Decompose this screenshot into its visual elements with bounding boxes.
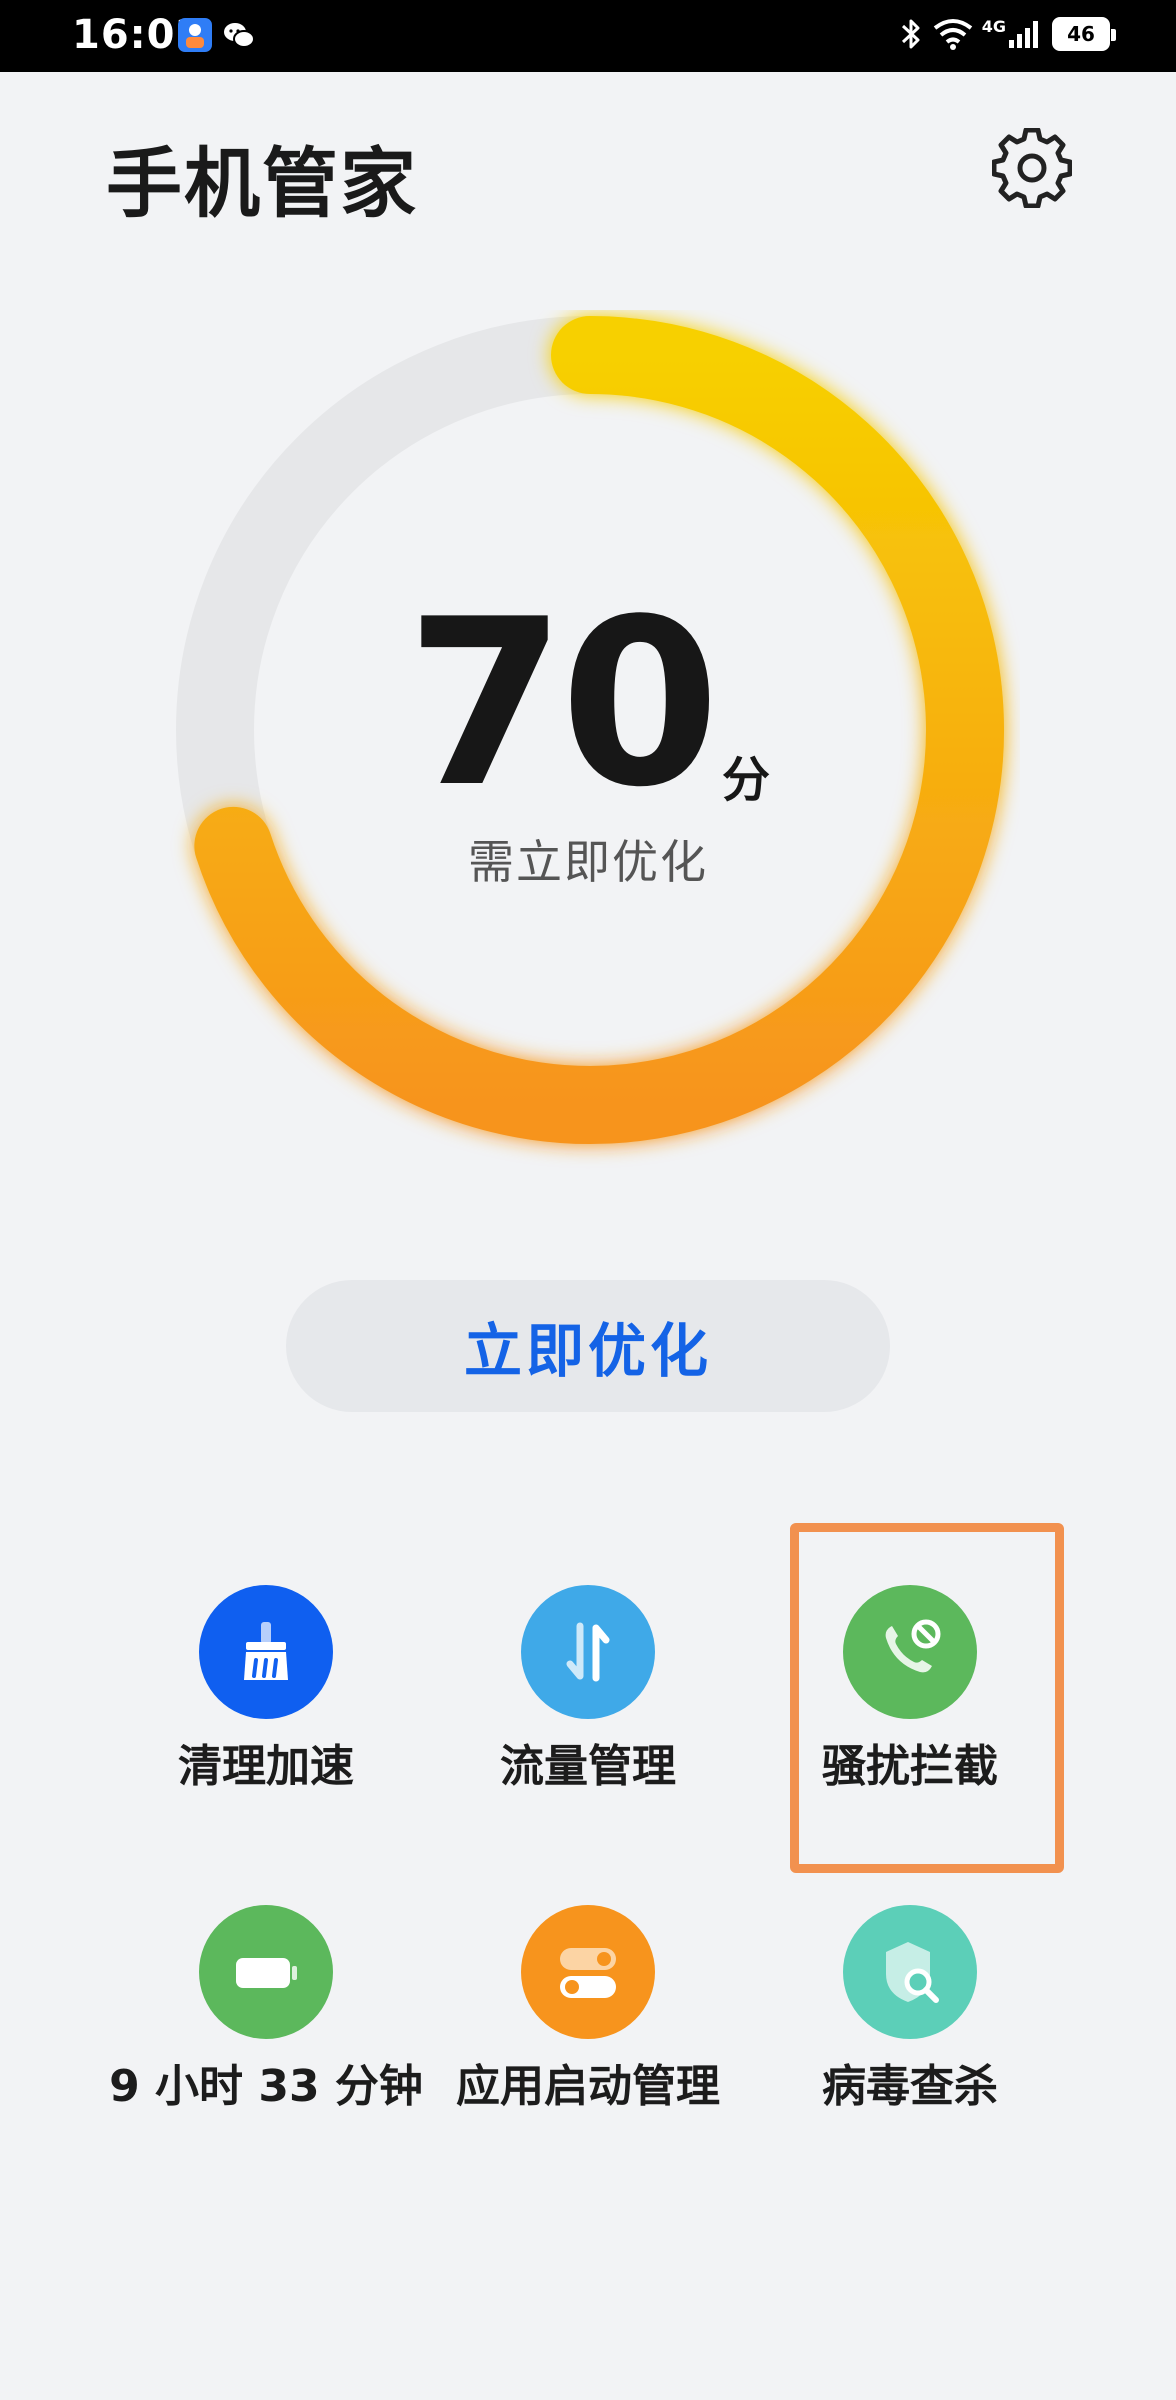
- data-transfer-icon: [566, 1622, 610, 1682]
- page-title: 手机管家: [106, 139, 418, 228]
- score-value: 70: [405, 571, 720, 838]
- wechat-icon: [224, 23, 255, 48]
- status-bar: 16:02 4G 46: [0, 0, 1176, 72]
- feature-cleanup[interactable]: 清理加速: [106, 1585, 426, 1793]
- notification-app-icon: [178, 18, 212, 52]
- broom-icon: [244, 1622, 288, 1680]
- cell-signal-icon: [1009, 21, 1038, 48]
- launch-icon-circle: [521, 1905, 655, 2039]
- virus-icon-circle: [843, 1905, 977, 2039]
- feature-data-management[interactable]: 流量管理: [428, 1585, 748, 1793]
- feature-label: 清理加速: [178, 1741, 354, 1792]
- cleanup-icon-circle: [199, 1585, 333, 1719]
- network-type-label: 4G: [981, 16, 1006, 36]
- wifi-icon: [933, 19, 972, 50]
- feature-label: 病毒查杀: [822, 2061, 998, 2112]
- battery-indicator: 46: [1052, 17, 1116, 51]
- score-unit: 分: [722, 752, 771, 808]
- feature-battery[interactable]: 9 小时 33 分钟: [106, 1905, 426, 2113]
- feature-label: 流量管理: [500, 1741, 676, 1792]
- feature-virus-scan[interactable]: 病毒查杀: [750, 1905, 1070, 2113]
- data-icon-circle: [521, 1585, 655, 1719]
- battery-icon-circle: [199, 1905, 333, 2039]
- score-status: 需立即优化: [468, 835, 708, 889]
- shield-scan-icon: [886, 1942, 939, 2003]
- score-display: 70 分: [0, 590, 1176, 820]
- toggle-icon: [560, 1948, 616, 1998]
- status-indicators: 4G 46: [898, 16, 1116, 52]
- feature-app-launch[interactable]: 应用启动管理: [428, 1905, 748, 2113]
- feature-label: 9 小时 33 分钟: [109, 2061, 423, 2112]
- battery-icon: [236, 1958, 297, 1988]
- bluetooth-icon: [901, 19, 920, 49]
- gear-icon[interactable]: [992, 128, 1072, 208]
- optimize-now-button[interactable]: 立即优化: [286, 1280, 890, 1412]
- feature-label: 应用启动管理: [456, 2061, 720, 2112]
- selection-highlight: [790, 1523, 1064, 1873]
